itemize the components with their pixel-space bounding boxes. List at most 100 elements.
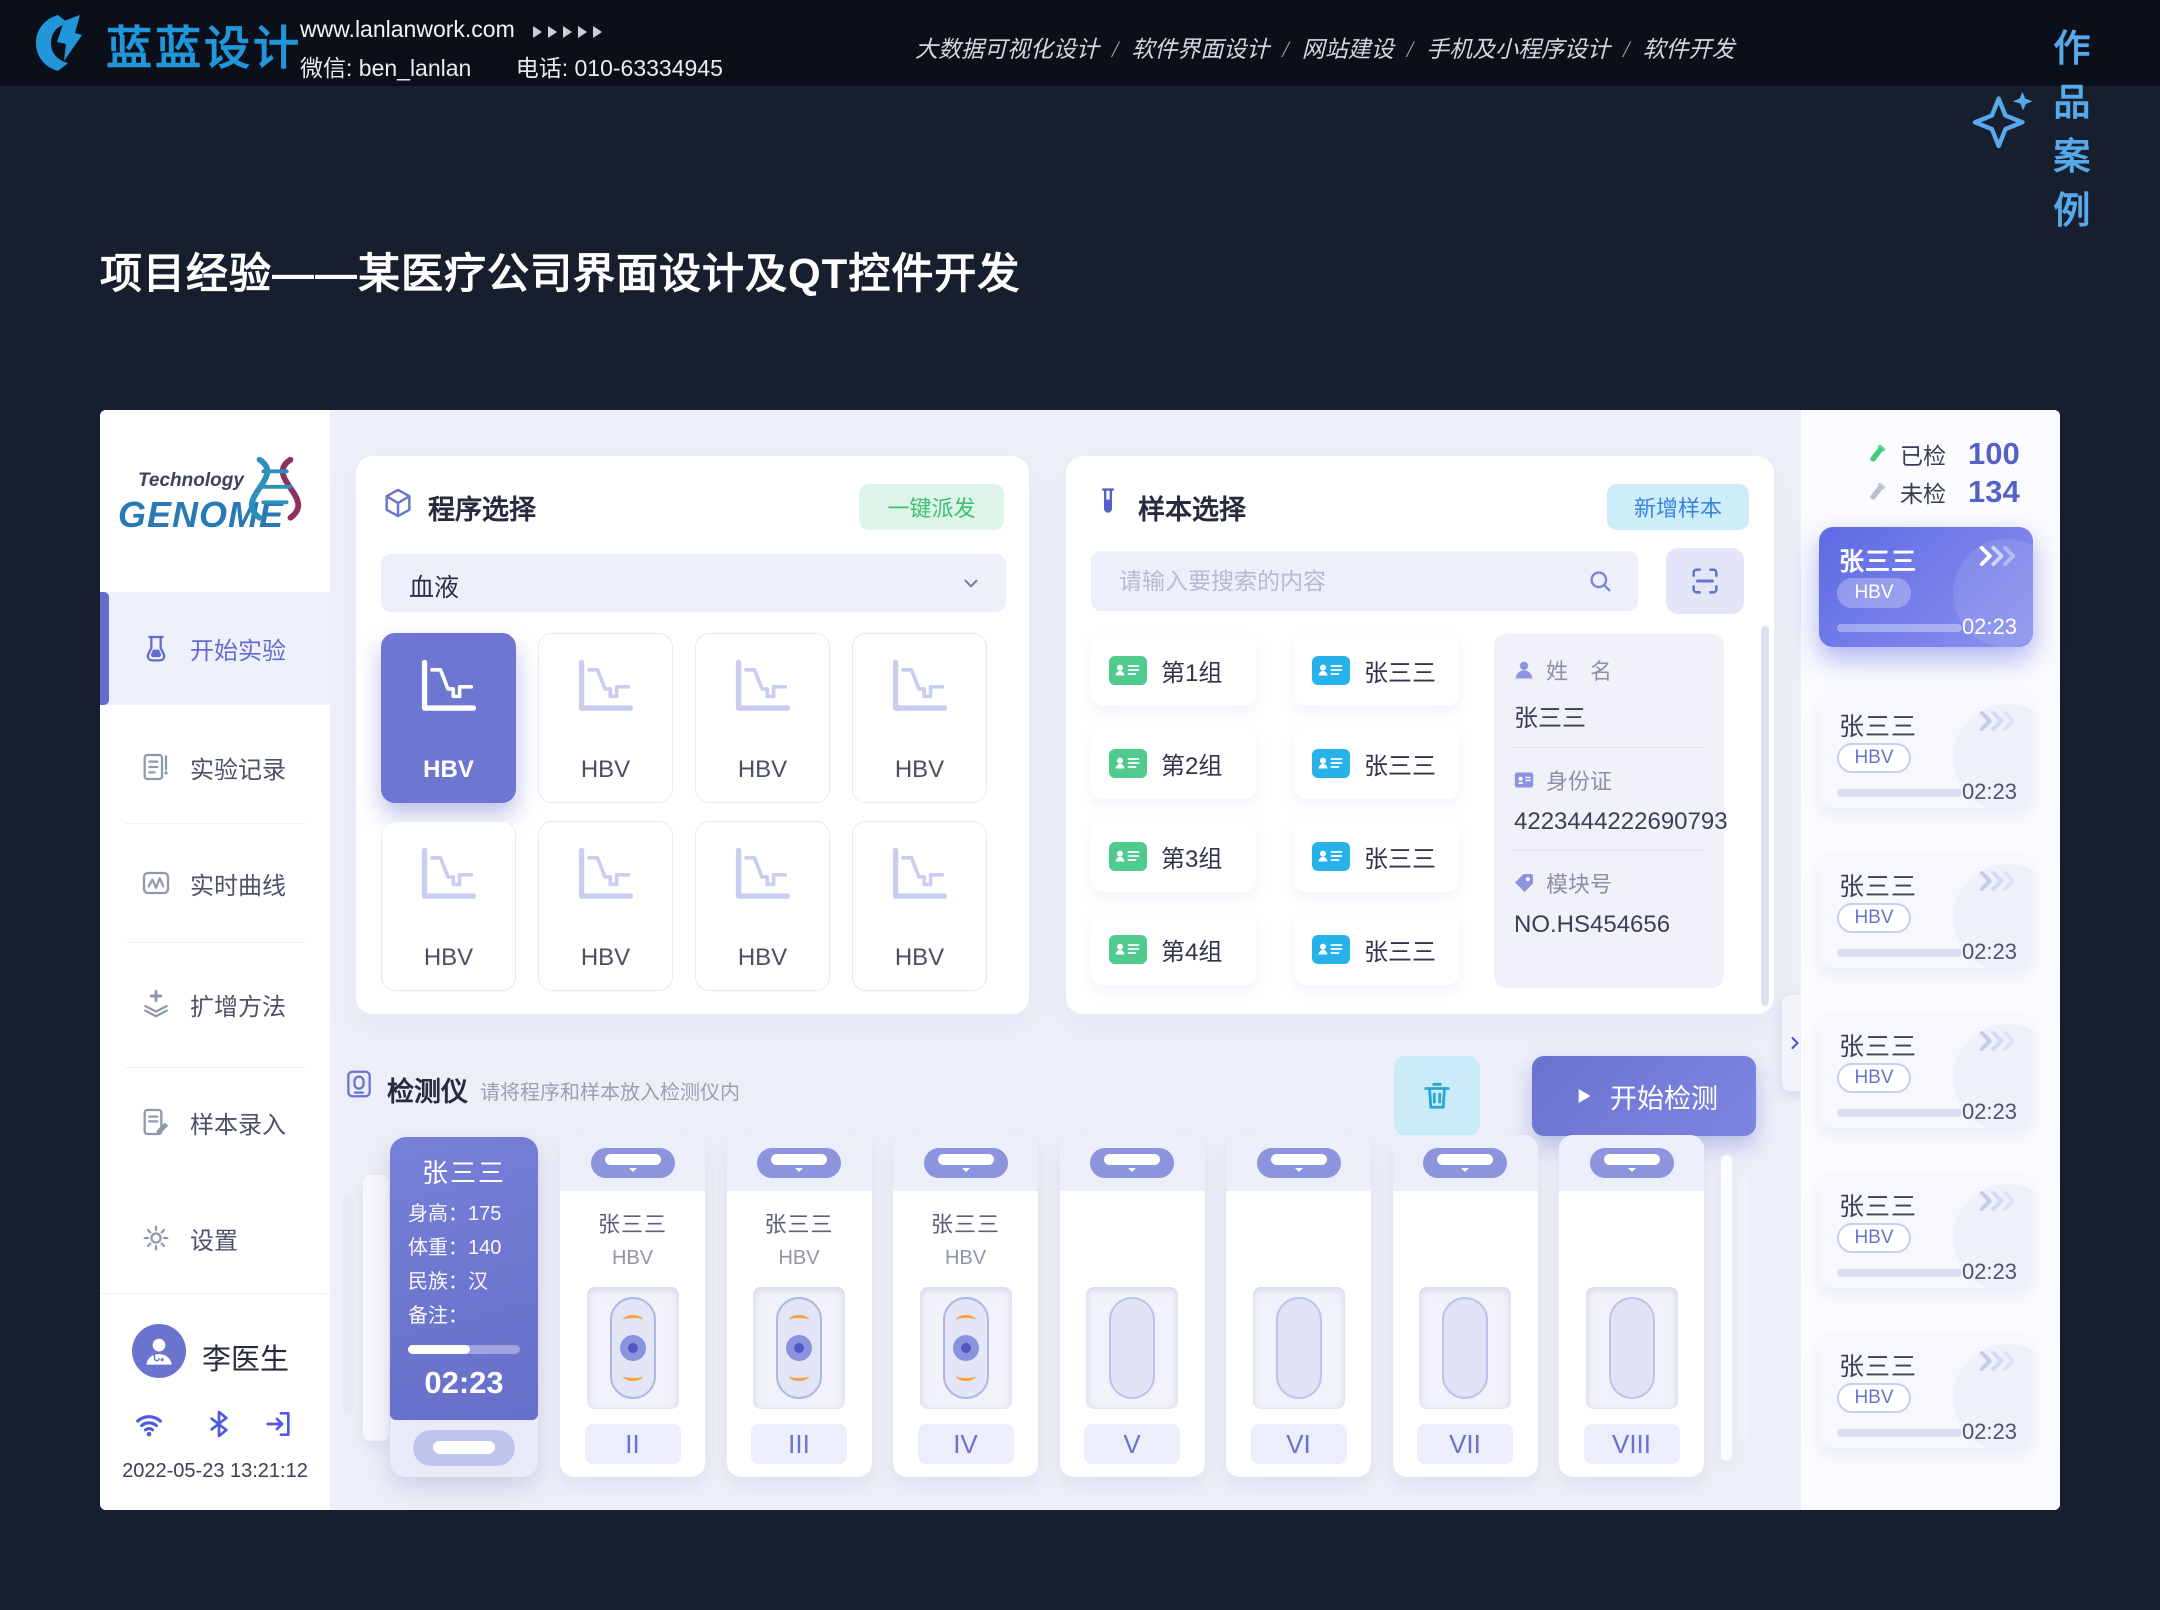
slot-program: HBV <box>727 1247 872 1270</box>
nav-item[interactable]: 网站建设 <box>1302 37 1394 62</box>
nav-item[interactable]: 手机及小程序设计 <box>1426 37 1610 62</box>
stacked-card-edge <box>1739 1177 1748 1439</box>
program-card-8[interactable]: HBV <box>852 821 987 991</box>
detector-slot-IV[interactable]: 张三三HBVIV <box>893 1135 1038 1477</box>
pcr-curve-icon <box>729 844 797 904</box>
detector-slot-VIII[interactable]: VIII <box>1559 1135 1704 1477</box>
countdown-time: 02:23 <box>1962 779 2017 805</box>
detector-slot-II[interactable]: 张三三HBVII <box>560 1135 705 1477</box>
program-card-5[interactable]: HBV <box>381 821 516 991</box>
divider <box>125 942 305 943</box>
slot-cap <box>727 1135 872 1191</box>
tube-cap-icon <box>757 1148 841 1178</box>
detector-slot-active[interactable]: 张三三 身高：175体重：140民族：汉备注： 02:23 <box>390 1137 538 1477</box>
progress-bar <box>1837 624 1962 632</box>
sample-type-dropdown[interactable]: 血液 <box>381 554 1006 612</box>
patient-name: 张三三 <box>390 1153 538 1190</box>
countdown-time: 02:23 <box>1962 1099 2017 1125</box>
program-card-7[interactable]: HBV <box>695 821 830 991</box>
member-button-1[interactable]: 张三三 <box>1294 634 1459 706</box>
slot-cap <box>1559 1135 1704 1191</box>
logout-icon[interactable] <box>263 1408 295 1440</box>
queue-card-6[interactable]: 张三三HBV02:23 <box>1819 1332 2033 1448</box>
name-value: 张三三 <box>1514 698 1706 733</box>
group-button-2[interactable]: 第2组 <box>1091 727 1256 799</box>
one-key-dispatch-button[interactable]: 一键派发 <box>859 484 1004 530</box>
detector-slot-VI[interactable]: VI <box>1226 1135 1371 1477</box>
top-navigation: 大数据可视化设计/软件界面设计/网站建设/手机及小程序设计/软件开发 <box>915 30 1735 64</box>
queue-card-5[interactable]: 张三三HBV02:23 <box>1819 1172 2033 1288</box>
sidebar-item-experiment-record[interactable]: 实验记录 <box>100 722 330 812</box>
unchecked-stat: 未检 134 <box>1863 474 2020 510</box>
nav-item[interactable]: 软件界面设计 <box>1131 37 1269 62</box>
nav-item[interactable]: 软件开发 <box>1643 37 1735 62</box>
checked-stat: 已检 100 <box>1863 436 2020 472</box>
nav-item[interactable]: 大数据可视化设计 <box>915 37 1099 62</box>
slot-program: HBV <box>560 1247 705 1270</box>
group-button-4[interactable]: 第4组 <box>1091 913 1256 985</box>
cartridge-icon <box>587 1287 679 1409</box>
cartridge-icon <box>1086 1287 1178 1409</box>
search-input[interactable] <box>1119 551 1559 611</box>
queue-card-4[interactable]: 张三三HBV02:23 <box>1819 1012 2033 1128</box>
amplify-method-icon <box>140 988 172 1020</box>
program-panel-title: 程序选择 <box>428 488 536 527</box>
program-card-6[interactable]: HBV <box>538 821 673 991</box>
queue-patient-name: 张三三 <box>1839 1027 1917 1063</box>
start-detect-button[interactable]: 开始检测 <box>1532 1056 1756 1136</box>
nav-separator: / <box>1112 37 1118 62</box>
program-card-3[interactable]: HBV <box>695 633 830 803</box>
search-icon[interactable] <box>1586 567 1614 595</box>
detector-slot-III[interactable]: 张三三HBVIII <box>727 1135 872 1477</box>
clear-button[interactable] <box>1394 1056 1480 1136</box>
slot-cap <box>1060 1135 1205 1191</box>
scan-button[interactable] <box>1666 548 1744 614</box>
patient-info-line: 身高：175 <box>408 1197 501 1231</box>
sidebar-item-start-experiment[interactable]: 开始实验 <box>100 592 330 705</box>
progress-bar <box>1837 789 1962 797</box>
user-profile[interactable]: 李医生 <box>100 1322 330 1386</box>
scan-frame-icon <box>1688 564 1722 598</box>
program-card-1[interactable]: HBV <box>381 633 516 803</box>
active-slot-card: 张三三 身高：175体重：140民族：汉备注： 02:23 <box>390 1137 538 1420</box>
group-button-3[interactable]: 第3组 <box>1091 820 1256 892</box>
sidebar-item-sample-entry[interactable]: 样本录入 <box>100 1077 330 1167</box>
slot-program: HBV <box>893 1247 1038 1270</box>
detector-slot-V[interactable]: V <box>1060 1135 1205 1477</box>
slot-numeral: V <box>1084 1424 1180 1464</box>
portfolio-button[interactable]: 作品案例 <box>1958 18 2128 234</box>
module-value: NO.HS454656 <box>1514 911 1706 939</box>
name-field-label: 姓 名 <box>1512 654 1706 686</box>
wifi-icon[interactable] <box>133 1408 165 1440</box>
sidebar-item-settings[interactable]: 设置 <box>100 1193 330 1283</box>
tube-cap-icon <box>1423 1148 1507 1178</box>
nav-separator: / <box>1282 37 1288 62</box>
queue-card-1[interactable]: 张三三HBV02:23 <box>1819 527 2033 647</box>
sidebar: Technology GENOME 开始实验实验记录实时曲线扩增方法样本录入设置 <box>100 410 330 1510</box>
doctor-avatar <box>132 1324 186 1378</box>
countdown-time: 02:23 <box>1962 939 2017 965</box>
sidebar-item-realtime-curve[interactable]: 实时曲线 <box>100 838 330 928</box>
program-card-4[interactable]: HBV <box>852 633 987 803</box>
add-sample-button[interactable]: 新增样本 <box>1607 484 1749 530</box>
member-button-4[interactable]: 张三三 <box>1294 913 1459 985</box>
program-card-2[interactable]: HBV <box>538 633 673 803</box>
slot-patient-name: 张三三 <box>893 1207 1038 1239</box>
scrollbar[interactable] <box>1761 626 1769 1006</box>
group-button-1[interactable]: 第1组 <box>1091 634 1256 706</box>
queue-card-3[interactable]: 张三三HBV02:23 <box>1819 852 2033 968</box>
dropdown-value: 血液 <box>409 568 459 604</box>
bluetooth-icon[interactable] <box>203 1408 235 1440</box>
member-button-2[interactable]: 张三三 <box>1294 727 1459 799</box>
program-tag: HBV <box>1837 1223 1911 1253</box>
experiment-record-icon <box>140 751 172 783</box>
progress-bar <box>408 1345 520 1354</box>
cartridge-icon <box>753 1287 845 1409</box>
program-tag: HBV <box>1837 578 1911 608</box>
sidebar-item-amplify-method[interactable]: 扩增方法 <box>100 959 330 1049</box>
chevrons-right-icon <box>1977 1028 2019 1054</box>
member-button-3[interactable]: 张三三 <box>1294 820 1459 892</box>
queue-card-2[interactable]: 张三三HBV02:23 <box>1819 692 2033 808</box>
detector-slot-VII[interactable]: VII <box>1393 1135 1538 1477</box>
member-idcard-icon <box>1312 842 1350 871</box>
